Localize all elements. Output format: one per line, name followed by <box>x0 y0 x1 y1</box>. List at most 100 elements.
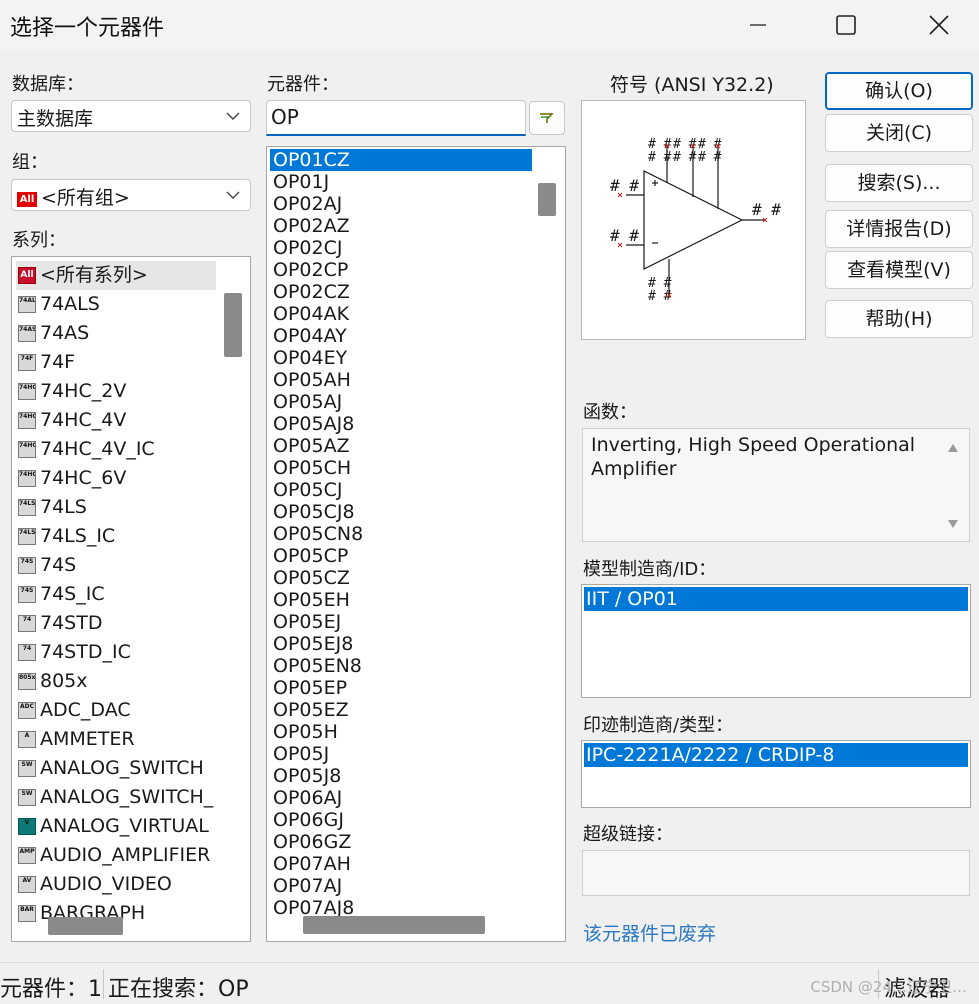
scroll-up-arrow-icon[interactable] <box>947 443 959 453</box>
component-item[interactable]: OP05CH <box>270 457 532 479</box>
component-item[interactable]: OP05EH <box>270 589 532 611</box>
component-item[interactable]: OP05J8 <box>270 765 532 787</box>
component-hscroll-thumb[interactable] <box>303 916 485 934</box>
component-item[interactable]: OP06AJ <box>270 787 532 809</box>
family-item-label: AMMETER <box>40 728 135 750</box>
hyperlink-field[interactable] <box>582 850 970 896</box>
family-item[interactable]: ADC ADC_DAC <box>16 696 216 725</box>
family-hscroll-thumb[interactable] <box>48 917 123 935</box>
search-button[interactable]: 搜索(S)... <box>825 164 973 202</box>
filter-button[interactable] <box>529 101 565 135</box>
model-mfr-item[interactable]: IIT / OP01 <box>584 587 968 611</box>
family-item[interactable]: 74S 74S_IC <box>16 580 216 609</box>
component-item[interactable]: OP07AH <box>270 853 532 875</box>
family-item-label: AUDIO_VIDEO <box>40 873 172 895</box>
component-item[interactable]: OP05EP <box>270 677 532 699</box>
family-item[interactable]: All <所有系列> <box>16 261 216 290</box>
family-item[interactable]: SW ANALOG_SWITCH_ <box>16 783 216 812</box>
family-list[interactable]: All<所有系列>74ALS74ALS74AS74AS74F74F74HC74H… <box>11 256 251 942</box>
component-item[interactable]: OP06GZ <box>270 831 532 853</box>
component-item[interactable]: OP01J <box>270 171 532 193</box>
family-item[interactable]: 74S 74S <box>16 551 216 580</box>
model-mfr-list[interactable]: IIT / OP01 <box>581 584 971 698</box>
family-item-label: 74S_IC <box>40 583 105 605</box>
family-icon: SW <box>18 760 36 777</box>
database-select[interactable]: 主数据库 <box>11 100 251 132</box>
family-vscroll-thumb[interactable] <box>224 293 242 357</box>
family-item[interactable]: 74HC 74HC_4V <box>16 406 216 435</box>
minimize-button[interactable] <box>728 0 788 50</box>
family-item[interactable]: AV AUDIO_VIDEO <box>16 870 216 899</box>
component-item[interactable]: OP05CJ8 <box>270 501 532 523</box>
component-item[interactable]: OP05EJ <box>270 611 532 633</box>
family-icon: V <box>18 818 36 835</box>
family-item[interactable]: V ANALOG_VIRTUAL <box>16 812 216 841</box>
family-item[interactable]: 74HC 74HC_4V_IC <box>16 435 216 464</box>
family-item-label: ADC_DAC <box>40 699 131 721</box>
component-item[interactable]: OP05CJ <box>270 479 532 501</box>
component-item[interactable]: OP02CZ <box>270 281 532 303</box>
component-vscroll-thumb[interactable] <box>538 183 556 216</box>
component-item[interactable]: OP02CJ <box>270 237 532 259</box>
footprint-list[interactable]: IPC-2221A/2222 / CRDIP-8 <box>581 740 971 808</box>
component-item[interactable]: OP05CN8 <box>270 523 532 545</box>
component-item[interactable]: OP05EN8 <box>270 655 532 677</box>
family-item[interactable]: 74AS 74AS <box>16 319 216 348</box>
group-select[interactable]: All <所有组> <box>11 179 251 211</box>
component-search-input[interactable]: OP <box>266 100 526 136</box>
component-item[interactable]: OP05EZ <box>270 699 532 721</box>
ok-button[interactable]: 确认(O) <box>825 72 973 110</box>
family-item[interactable]: 74 74STD <box>16 609 216 638</box>
component-item[interactable]: OP04AK <box>270 303 532 325</box>
minimize-icon <box>750 24 766 26</box>
component-item[interactable]: OP02AZ <box>270 215 532 237</box>
detail-report-button[interactable]: 详情报告(D) <box>825 210 973 248</box>
family-item[interactable]: 74 74STD_IC <box>16 638 216 667</box>
maximize-button[interactable] <box>816 0 876 50</box>
family-item[interactable]: SW ANALOG_SWITCH <box>16 754 216 783</box>
family-item[interactable]: AMP AUDIO_AMPLIFIER <box>16 841 216 870</box>
family-icon: BAR <box>18 905 36 922</box>
family-icon: AMP <box>18 847 36 864</box>
family-item[interactable]: 74HC 74HC_6V <box>16 464 216 493</box>
family-item-label: 74LS_IC <box>40 525 116 547</box>
pin-mark: # # <box>648 150 672 165</box>
footprint-item[interactable]: IPC-2221A/2222 / CRDIP-8 <box>584 743 968 767</box>
component-item[interactable]: OP02CP <box>270 259 532 281</box>
family-item[interactable]: 74ALS74ALS <box>16 290 216 319</box>
component-item[interactable]: OP05CZ <box>270 567 532 589</box>
component-item[interactable]: OP05AJ <box>270 391 532 413</box>
family-icon: 74LS <box>18 528 36 545</box>
component-item[interactable]: OP05AZ <box>270 435 532 457</box>
component-item[interactable]: OP05AJ8 <box>270 413 532 435</box>
component-item[interactable]: OP05AH <box>270 369 532 391</box>
family-item[interactable]: 74LS 74LS <box>16 493 216 522</box>
component-item[interactable]: OP01CZ <box>270 149 532 171</box>
component-item[interactable]: OP02AJ <box>270 193 532 215</box>
component-item[interactable]: OP07AJ <box>270 875 532 897</box>
family-icon: 74 <box>18 615 36 632</box>
component-item[interactable]: OP05CP <box>270 545 532 567</box>
component-item[interactable]: OP05EJ8 <box>270 633 532 655</box>
component-item[interactable]: OP04EY <box>270 347 532 369</box>
component-item[interactable]: OP06GJ <box>270 809 532 831</box>
family-item[interactable]: A AMMETER <box>16 725 216 754</box>
family-item[interactable]: 74F 74F <box>16 348 216 377</box>
component-list[interactable]: OP01CZ OP01J OP02AJ OP02AZ OP02CJ OP02CP OP02C… <box>266 146 566 942</box>
component-item[interactable]: OP05H <box>270 721 532 743</box>
family-item[interactable]: 74LS 74LS_IC <box>16 522 216 551</box>
family-item[interactable]: 805x 805x <box>16 667 216 696</box>
scroll-down-arrow-icon[interactable] <box>947 519 959 529</box>
family-items: All<所有系列>74ALS74ALS74AS74AS74F74F74HC74H… <box>16 261 216 928</box>
family-item[interactable]: 74HC 74HC_2V <box>16 377 216 406</box>
component-item[interactable]: OP05J <box>270 743 532 765</box>
family-icon: ADC <box>18 702 36 719</box>
close-window-button[interactable] <box>909 0 969 50</box>
component-item[interactable]: OP04AY <box>270 325 532 347</box>
close-button[interactable]: 关闭(C) <box>825 114 973 152</box>
view-model-button[interactable]: 查看模型(V) <box>825 251 973 289</box>
help-button[interactable]: 帮助(H) <box>825 300 973 338</box>
group-label: 组： <box>12 152 48 173</box>
family-item-label: <所有系列> <box>40 264 148 286</box>
opamp-symbol-icon: # # # # # # # # # # # # # # # # # # # # … <box>610 137 781 304</box>
